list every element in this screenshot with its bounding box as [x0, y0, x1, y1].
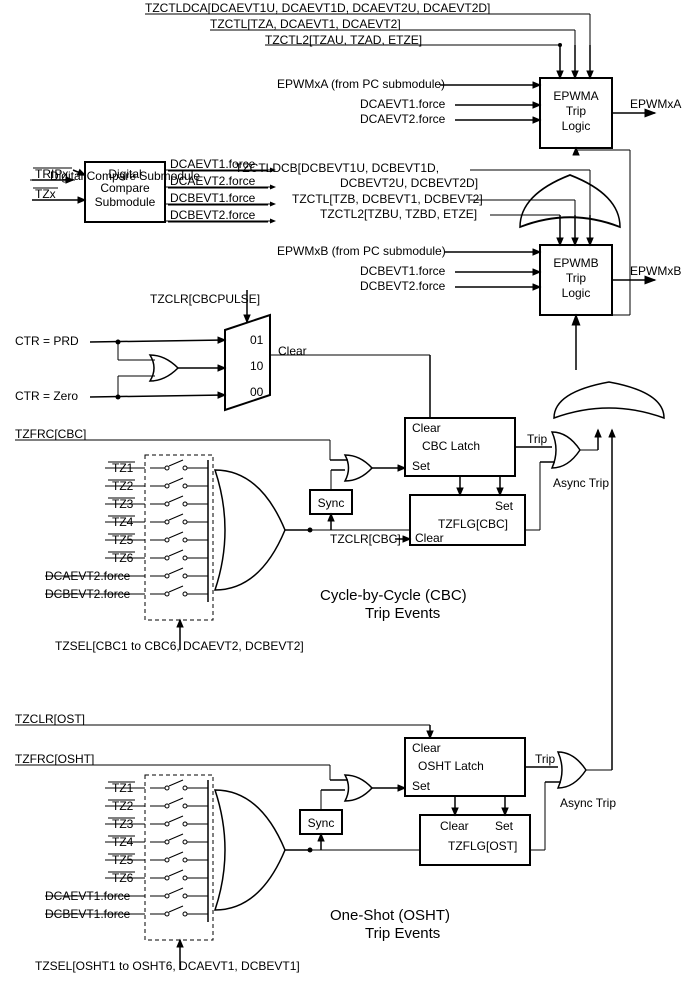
- combined-or-gate: [520, 175, 620, 227]
- dcbevt1-force: DCBEVT1.force: [170, 191, 256, 205]
- svg-text:10: 10: [250, 359, 264, 373]
- tzsel-osht: TZSEL[OSHT1 to OSHT6, DCAEVT1, DCBEVT1]: [35, 959, 300, 973]
- svg-text:Digital: Digital: [108, 167, 141, 181]
- tzctldcb-label: TZCTLDCB[DCBEVT1U, DCBEVT1D,: [235, 161, 439, 175]
- dcbevt2-force: DCBEVT2.force: [170, 208, 256, 222]
- svg-text:EPWMA: EPWMA: [553, 89, 598, 103]
- svg-text:Clear: Clear: [412, 421, 441, 435]
- tzfrc-cbc: TZFRC[CBC]: [15, 427, 86, 441]
- cbc-sync: Sync: [318, 496, 345, 510]
- svg-text:Clear: Clear: [278, 344, 307, 358]
- tzfrc-osht: TZFRC[OSHT]: [15, 752, 94, 766]
- ctr-zero: CTR = Zero: [15, 389, 78, 403]
- svg-text:01: 01: [250, 333, 264, 347]
- svg-text:Clear: Clear: [412, 741, 441, 755]
- svg-text:TZFLG[OST]: TZFLG[OST]: [448, 839, 517, 853]
- epwmxb-out: EPWMxB: [630, 264, 681, 278]
- epwma-trip-logic: EPWMA Trip Logic EPWMxA TZCTLDCA[DCAEVT1…: [145, 1, 681, 148]
- svg-text:DCBEVT1.force: DCBEVT1.force: [360, 264, 446, 278]
- svg-text:Submodule: Submodule: [95, 195, 156, 209]
- svg-text:Trip: Trip: [535, 752, 556, 766]
- svg-text:Async Trip: Async Trip: [553, 476, 609, 490]
- dcaevt2-force: DCAEVT2.force: [170, 174, 256, 188]
- dcaevt2f-in: DCAEVT2.force: [360, 112, 446, 126]
- svg-text:Compare: Compare: [100, 181, 150, 195]
- svg-text:Clear: Clear: [440, 819, 469, 833]
- dcaevt1f-in: DCAEVT1.force: [360, 97, 446, 111]
- tzx-label: TZx: [35, 187, 56, 201]
- tzctl-b-label: TZCTL[TZB, DCBEVT1, DCBEVT2]: [292, 192, 483, 206]
- tzctl2-a-label: TZCTL2[TZAU, TZAD, ETZE]: [265, 33, 422, 47]
- tzctl-a-label: TZCTL[TZA, DCAEVT1, DCAEVT2]: [210, 17, 401, 31]
- tzsel-cbc: TZSEL[CBC1 to CBC6, DCAEVT2, DCBEVT2]: [55, 639, 304, 653]
- cbcpulse-mux: 01 10 00 TZCLR[CBCPULSE] Clear: [150, 290, 307, 410]
- svg-text:Trip: Trip: [566, 104, 587, 118]
- svg-text:Trip Events: Trip Events: [365, 925, 440, 942]
- svg-text:EPWMB: EPWMB: [553, 256, 598, 270]
- svg-text:Set: Set: [412, 779, 431, 793]
- epwmxb-in: EPWMxB (from PC submodule): [277, 244, 446, 258]
- epwmxa-out: EPWMxA: [630, 97, 681, 111]
- svg-text:00: 00: [250, 385, 264, 399]
- svg-text:Set: Set: [412, 459, 431, 473]
- ctr-prd: CTR = PRD: [15, 334, 79, 348]
- osht-sync: Sync: [308, 816, 335, 830]
- svg-text:Logic: Logic: [562, 286, 591, 300]
- tzctl2-b-label: TZCTL2[TZBU, TZBD, ETZE]: [320, 207, 477, 221]
- epwmb-trip-logic: EPWMB Trip Logic EPWMxB TZCTLDCB[DCBEVT1…: [235, 161, 681, 315]
- tzclr-cbcpulse: TZCLR[CBCPULSE]: [150, 292, 260, 306]
- svg-text:DCBEVT2U, DCBEVT2D]: DCBEVT2U, DCBEVT2D]: [340, 176, 478, 190]
- svg-text:CBC Latch: CBC Latch: [422, 439, 480, 453]
- tzclr-cbc: TZCLR[CBC]: [330, 532, 401, 546]
- svg-text:TZFLG[CBC]: TZFLG[CBC]: [438, 517, 508, 531]
- svg-text:Trip: Trip: [527, 432, 548, 446]
- svg-text:Logic: Logic: [562, 119, 591, 133]
- cbc-section: TZ1 TZ2 TZ3 TZ4 TZ5 TZ6 DCAEVT2.force DC…: [15, 418, 609, 653]
- tzctldca-label: TZCTLDCA[DCAEVT1U, DCAEVT1D, DCAEVT2U, D…: [145, 1, 490, 15]
- tzclr-ost: TZCLR[OST]: [15, 712, 85, 726]
- epwmxa-in: EPWMxA (from PC submodule): [277, 77, 445, 91]
- svg-text:Trip Events: Trip Events: [365, 605, 440, 622]
- svg-text:Trip: Trip: [566, 271, 587, 285]
- svg-text:OSHT Latch: OSHT Latch: [418, 759, 484, 773]
- svg-text:Async Trip: Async Trip: [560, 796, 616, 810]
- svg-text:DCBEVT2.force: DCBEVT2.force: [360, 279, 446, 293]
- cbc-title: Cycle-by-Cycle (CBC): [320, 587, 467, 604]
- svg-text:Clear: Clear: [415, 531, 444, 545]
- osht-title: One-Shot (OSHT): [330, 907, 450, 924]
- tripx-label: TRIPx: [35, 167, 68, 181]
- svg-text:Set: Set: [495, 499, 514, 513]
- svg-text:Set: Set: [495, 819, 514, 833]
